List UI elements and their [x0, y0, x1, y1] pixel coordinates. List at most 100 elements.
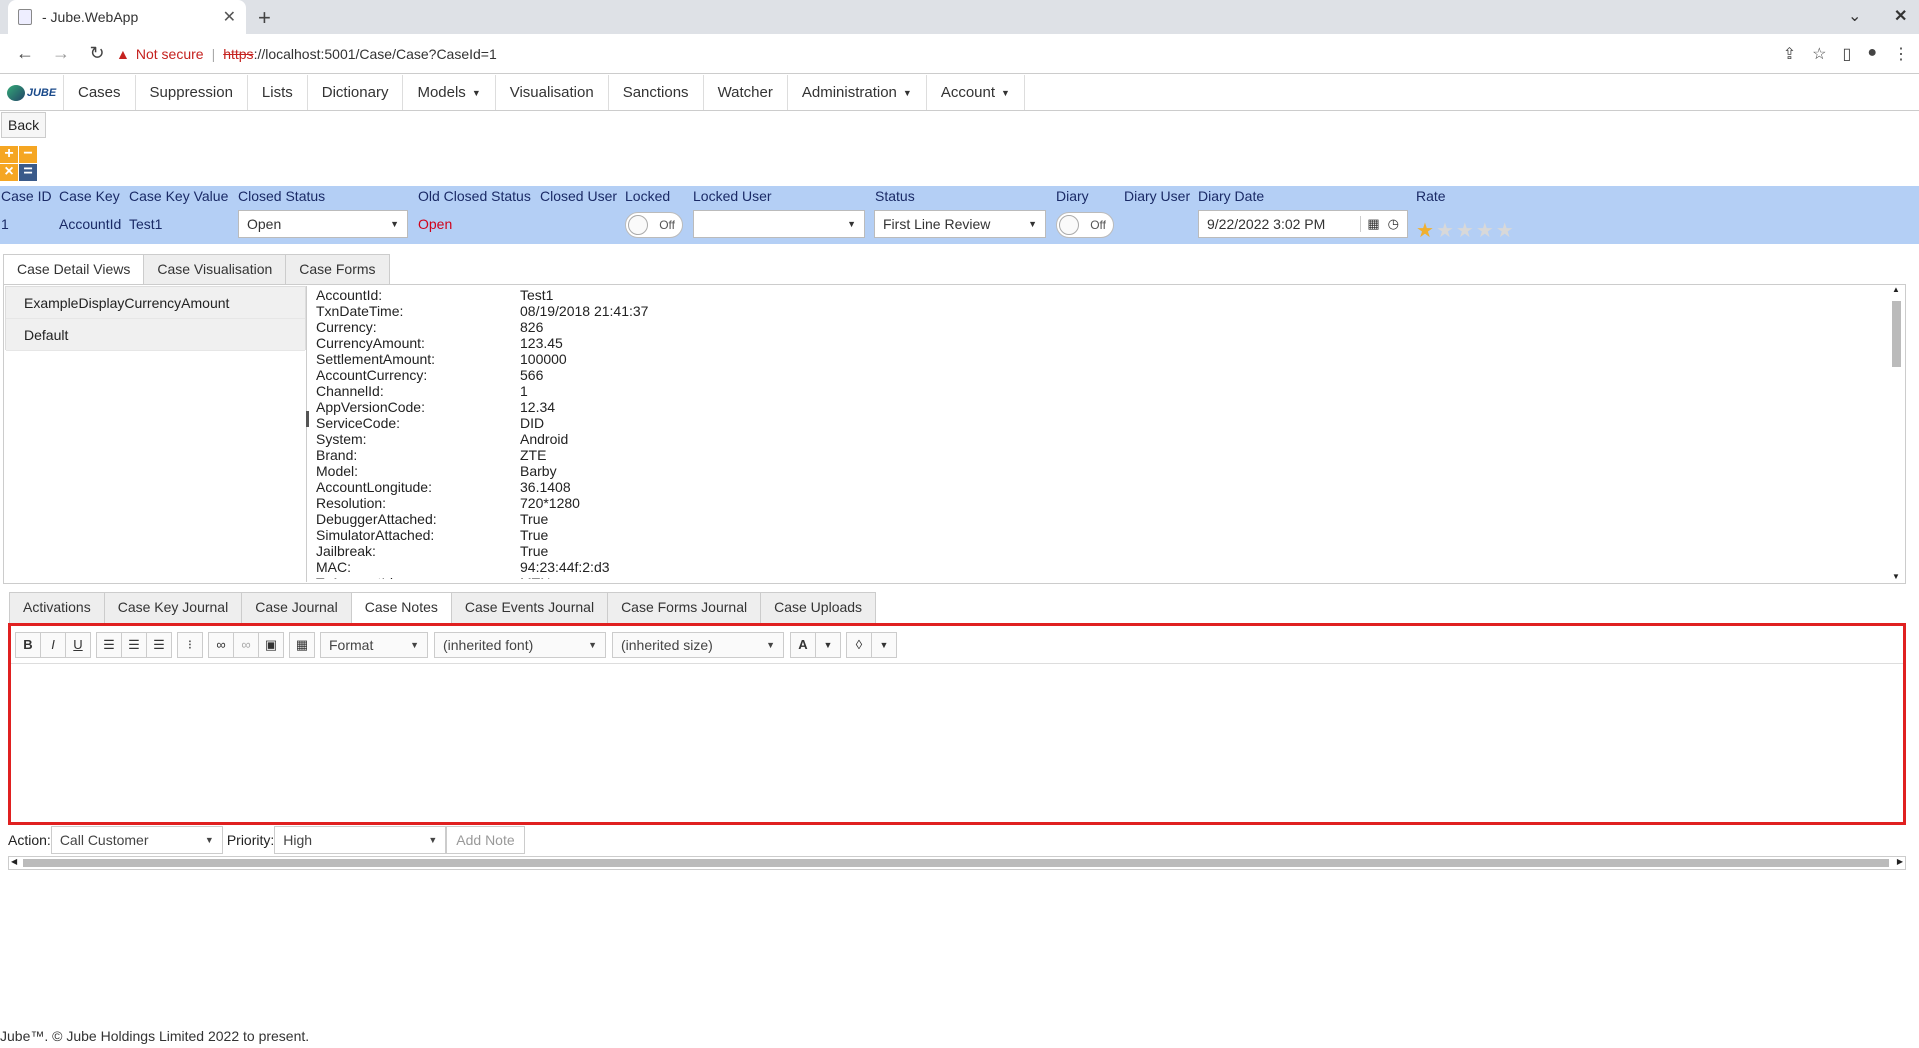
star-icon[interactable]: ★ [1436, 220, 1456, 242]
field-value: 08/19/2018 21:41:37 [520, 303, 649, 319]
tab-case-journal[interactable]: Case Journal [241, 592, 352, 624]
tab-case-visualisation[interactable]: Case Visualisation [143, 254, 287, 284]
forward-arrow-icon[interactable]: → [50, 43, 72, 64]
address-bar: ← → ↻ ▲ Not secure | https ://localhost:… [0, 34, 1919, 74]
nav-lists[interactable]: Lists [248, 75, 308, 110]
horizontal-scrollbar[interactable]: ◀ ▶ [8, 856, 1906, 870]
diary-date-value: 9/22/2022 3:02 PM [1207, 216, 1326, 232]
bullet-list-icon[interactable]: ⁝ [177, 631, 203, 658]
browser-menu-icon[interactable]: ⋮ [1893, 44, 1909, 64]
priority-select[interactable]: High ▼ [274, 826, 447, 854]
bookmark-star-icon[interactable]: ☆ [1812, 44, 1826, 64]
field-value: 12.34 [520, 399, 556, 415]
tab-case-uploads[interactable]: Case Uploads [760, 592, 877, 624]
caret-down-icon[interactable]: ▼ [815, 631, 841, 658]
size-select[interactable]: (inherited size) ▼ [612, 631, 784, 658]
format-select[interactable]: Format ▼ [320, 631, 428, 658]
browser-tab[interactable]: - Jube.WebApp ✕ [8, 0, 246, 34]
star-icon[interactable]: ★ [1476, 220, 1496, 242]
action-value: Call Customer [59, 832, 149, 848]
font-select[interactable]: (inherited font) ▼ [434, 631, 606, 658]
tab-activations[interactable]: Activations [9, 592, 105, 624]
bold-icon[interactable]: B [15, 631, 41, 658]
diary-toggle[interactable]: Off [1056, 212, 1114, 238]
splitter-handle[interactable] [306, 411, 309, 427]
side-panel-icon[interactable]: ▯ [1843, 44, 1852, 64]
unlink-icon[interactable]: ∞ [233, 631, 259, 658]
list-item[interactable]: Default [6, 319, 305, 351]
locked-toggle[interactable]: Off [625, 212, 683, 238]
caret-down-icon: ▼ [410, 639, 419, 650]
nav-watcher[interactable]: Watcher [704, 75, 788, 110]
jube-logo[interactable]: JUBE [0, 75, 64, 110]
vertical-scrollbar[interactable]: ▲ ▼ [1891, 285, 1901, 581]
star-icon[interactable]: ★ [1456, 220, 1476, 242]
table-icon[interactable]: ▦ [289, 631, 315, 658]
nav-account[interactable]: Account ▼ [927, 75, 1025, 110]
case-detail-panel: ExampleDisplayCurrencyAmount Default Acc… [3, 284, 1906, 584]
align-right-icon[interactable]: ☰ [146, 631, 172, 658]
nav-dictionary[interactable]: Dictionary [308, 75, 404, 110]
tab-case-forms-journal[interactable]: Case Forms Journal [607, 592, 762, 624]
nav-administration[interactable]: Administration ▼ [788, 75, 927, 110]
list-item[interactable]: ExampleDisplayCurrencyAmount [6, 287, 305, 319]
nav-sanctions[interactable]: Sanctions [609, 75, 704, 110]
caret-down-icon[interactable]: ▼ [871, 631, 897, 658]
close-tab-icon[interactable]: ✕ [223, 7, 236, 27]
window-close-icon[interactable]: ✕ [1894, 6, 1907, 26]
star-icon[interactable]: ★ [1416, 220, 1436, 242]
star-icon[interactable]: ★ [1496, 220, 1516, 242]
text-color-icon[interactable]: A [790, 631, 816, 658]
nav-visualisation[interactable]: Visualisation [496, 75, 609, 110]
nav-models[interactable]: Models ▼ [403, 75, 496, 110]
url-field[interactable]: ▲ Not secure | https ://localhost:5001/C… [116, 42, 497, 66]
align-center-icon[interactable]: ☰ [121, 631, 147, 658]
back-button[interactable]: Back [1, 112, 47, 138]
new-tab-icon[interactable]: + [258, 5, 271, 31]
align-left-icon[interactable]: ☰ [96, 631, 122, 658]
tab-case-detail-views[interactable]: Case Detail Views [3, 254, 145, 285]
rating-stars[interactable]: ★★★★★ [1416, 218, 1516, 243]
caret-down-icon: ▼ [204, 835, 214, 845]
status-select[interactable]: First Line Review ▼ [874, 210, 1046, 238]
scroll-thumb[interactable] [23, 859, 1889, 867]
underline-icon[interactable]: U [65, 631, 91, 658]
calculator-widget[interactable]: + − × = [0, 146, 38, 182]
locked-user-select[interactable]: ▼ [693, 210, 865, 238]
image-icon[interactable]: ▣ [258, 631, 284, 658]
plus-icon[interactable]: + [0, 146, 18, 163]
nav-suppression[interactable]: Suppression [136, 75, 248, 110]
background-color-icon[interactable]: ◊ [846, 631, 872, 658]
tab-case-forms[interactable]: Case Forms [285, 254, 390, 284]
scroll-up-icon[interactable]: ▲ [1892, 285, 1900, 294]
closed-status-select[interactable]: Open ▼ [238, 210, 408, 238]
profile-avatar-icon[interactable]: ● [1867, 44, 1877, 64]
scroll-thumb[interactable] [1892, 301, 1901, 367]
scroll-left-icon[interactable]: ◀ [11, 857, 17, 866]
tab-search-chevron-icon[interactable]: ⌄ [1848, 6, 1861, 26]
table-row: AccountId: Test1 [316, 287, 1886, 303]
action-select[interactable]: Call Customer ▼ [50, 826, 223, 854]
editor-content-area[interactable] [11, 664, 1903, 822]
caret-down-icon: ▼ [390, 219, 399, 229]
field-key: AppVersionCode: [316, 399, 425, 415]
link-icon[interactable]: ∞ [208, 631, 234, 658]
tab-case-key-journal[interactable]: Case Key Journal [103, 592, 243, 624]
scroll-down-icon[interactable]: ▼ [1892, 572, 1900, 581]
clock-icon[interactable]: ◷ [1388, 216, 1399, 232]
italic-icon[interactable]: I [40, 631, 66, 658]
times-icon[interactable]: × [0, 164, 18, 181]
scroll-right-icon[interactable]: ▶ [1897, 857, 1903, 866]
table-row: ToAccountId:MTN [316, 575, 1886, 579]
tab-case-events-journal[interactable]: Case Events Journal [450, 592, 609, 624]
calendar-icon[interactable]: ▦ [1360, 216, 1380, 232]
reload-icon[interactable]: ↻ [86, 43, 108, 64]
tab-case-notes[interactable]: Case Notes [350, 592, 452, 623]
minus-icon[interactable]: − [19, 146, 37, 163]
diary-date-input[interactable]: 9/22/2022 3:02 PM ▦ ◷ [1198, 210, 1408, 238]
nav-cases[interactable]: Cases [64, 75, 136, 110]
add-note-button[interactable]: Add Note [446, 826, 525, 854]
equals-icon[interactable]: = [19, 164, 37, 181]
back-arrow-icon[interactable]: ← [14, 43, 36, 64]
share-icon[interactable]: ⇪ [1783, 44, 1796, 64]
